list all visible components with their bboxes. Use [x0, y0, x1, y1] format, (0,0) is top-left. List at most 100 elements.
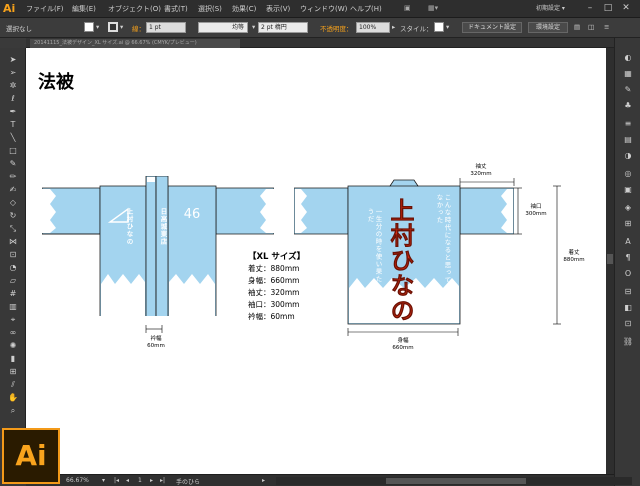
- rotate-tool-icon[interactable]: ↻: [6, 210, 20, 221]
- profile-dropdown-icon[interactable]: ▾: [252, 23, 255, 31]
- menu-view[interactable]: 表示(V): [266, 4, 290, 14]
- style-dropdown-icon[interactable]: ▾: [446, 23, 449, 31]
- artboards-panel-icon[interactable]: ⊞: [621, 218, 635, 230]
- document-tab-bar: 20141115_法被デザイン_XL サイズ.ai @ 66.67% (CMYK…: [26, 38, 614, 48]
- scale-tool-icon[interactable]: ⤡: [6, 223, 20, 234]
- rectangle-tool-icon[interactable]: □: [6, 145, 20, 156]
- status-menu-icon[interactable]: ▸: [262, 477, 265, 484]
- opacity-dropdown-icon[interactable]: ▸: [392, 23, 395, 31]
- paintbrush-tool-icon[interactable]: ✎: [6, 158, 20, 169]
- document-setup-button[interactable]: ドキュメント設定: [462, 22, 522, 33]
- eraser-tool-icon[interactable]: ◇: [6, 197, 20, 208]
- blend-tool-icon[interactable]: ∞: [6, 327, 20, 338]
- happi-front-view: 46: [42, 176, 274, 316]
- swatches-panel-icon[interactable]: ▦: [621, 68, 635, 80]
- hand-tool-icon[interactable]: ✋: [6, 392, 20, 403]
- opentype-panel-icon[interactable]: O: [621, 268, 635, 280]
- stroke-swatch[interactable]: [108, 22, 118, 32]
- direct-selection-tool-icon[interactable]: ➢: [6, 67, 20, 78]
- free-transform-tool-icon[interactable]: ⊡: [6, 249, 20, 260]
- mesh-tool-icon[interactable]: #: [6, 288, 20, 299]
- character-panel-icon[interactable]: A: [621, 236, 635, 248]
- symbols-panel-icon[interactable]: ♣: [621, 100, 635, 112]
- maximize-button[interactable]: □: [600, 1, 616, 15]
- next-artboard-icon[interactable]: ▸: [150, 477, 153, 484]
- artboard-canvas[interactable]: 法被 46 上村ひなの 日高城東店 衿幅 60mm 【XL サイズ】 着丈：88…: [26, 48, 606, 474]
- graphic-styles-panel-icon[interactable]: ▣: [621, 184, 635, 196]
- line-tool-icon[interactable]: ╲: [6, 132, 20, 143]
- zoom-tool-icon[interactable]: ⌕: [6, 405, 20, 416]
- gradient-panel-icon[interactable]: ▤: [621, 134, 635, 146]
- brushes-panel-icon[interactable]: ✎: [621, 84, 635, 96]
- eyedropper-tool-icon[interactable]: ⌖: [6, 314, 20, 325]
- blob-brush-tool-icon[interactable]: ✍: [6, 184, 20, 195]
- menu-type[interactable]: 書式(T): [164, 4, 188, 14]
- bridge-icon[interactable]: ▣: [404, 4, 411, 12]
- stroke-weight-field[interactable]: 1 pt: [146, 22, 186, 33]
- slice-tool-icon[interactable]: ⫽: [6, 379, 20, 390]
- opacity-field[interactable]: 100%: [356, 22, 390, 33]
- color-panel-icon[interactable]: ◐: [621, 52, 635, 64]
- panel-menu-icon[interactable]: ≡: [604, 23, 609, 31]
- layers-panel-icon[interactable]: ◈: [621, 202, 635, 214]
- front-collar-right: [155, 176, 169, 316]
- artboard-number[interactable]: 1: [138, 477, 142, 484]
- stroke-dropdown-icon[interactable]: ▾: [120, 23, 123, 31]
- horizontal-scroll-thumb[interactable]: [386, 478, 526, 484]
- last-artboard-icon[interactable]: ▸|: [160, 477, 165, 484]
- illustrator-badge-logo: Ai: [2, 428, 60, 484]
- opacity-label[interactable]: 不透明度：: [320, 23, 353, 33]
- lasso-tool-icon[interactable]: ℓ: [6, 93, 20, 104]
- width-tool-icon[interactable]: ⋈: [6, 236, 20, 247]
- zoom-dropdown-icon[interactable]: ▾: [102, 477, 105, 484]
- graphic-style-swatch[interactable]: [434, 22, 444, 32]
- vertical-scroll-thumb[interactable]: [607, 254, 613, 264]
- symbol-sprayer-tool-icon[interactable]: ✺: [6, 340, 20, 351]
- transform-icon[interactable]: ◫: [588, 23, 594, 31]
- menu-help[interactable]: ヘルプ(H): [350, 4, 382, 14]
- horizontal-scrollbar[interactable]: [276, 477, 632, 485]
- first-artboard-icon[interactable]: |◂: [114, 477, 119, 484]
- stroke-panel-icon[interactable]: ≡: [621, 118, 635, 130]
- align-panel-icon[interactable]: ⊟: [621, 286, 635, 298]
- transform-panel-icon[interactable]: ⊡: [621, 318, 635, 330]
- appearance-panel-icon[interactable]: ◎: [621, 168, 635, 180]
- prev-artboard-icon[interactable]: ◂: [126, 477, 129, 484]
- links-panel-icon[interactable]: ⛓: [621, 336, 635, 348]
- transparency-panel-icon[interactable]: ◑: [621, 150, 635, 162]
- column-graph-tool-icon[interactable]: ▮: [6, 353, 20, 364]
- variable-width-profile[interactable]: 均等: [198, 22, 248, 33]
- preferences-button[interactable]: 環境設定: [528, 22, 568, 33]
- front-collar-white-top: [147, 177, 155, 182]
- gradient-tool-icon[interactable]: ▥: [6, 301, 20, 312]
- pathfinder-panel-icon[interactable]: ◧: [621, 302, 635, 314]
- menu-select[interactable]: 選択(S): [198, 4, 222, 14]
- workspace-switcher[interactable]: 初期設定 ▾: [532, 3, 576, 15]
- menu-object[interactable]: オブジェクト(O): [108, 4, 161, 14]
- arrange-documents-icon[interactable]: ▦▾: [428, 4, 438, 12]
- perspective-grid-tool-icon[interactable]: ▱: [6, 275, 20, 286]
- magic-wand-tool-icon[interactable]: ✲: [6, 80, 20, 91]
- menu-effect[interactable]: 効果(C): [232, 4, 256, 14]
- stroke-label[interactable]: 線：: [132, 23, 145, 33]
- eri-value: 60mm: [147, 343, 165, 349]
- zoom-level[interactable]: 66.67%: [66, 477, 89, 484]
- shape-builder-tool-icon[interactable]: ◔: [6, 262, 20, 273]
- selection-tool-icon[interactable]: ➤: [6, 54, 20, 65]
- close-button[interactable]: ✕: [618, 1, 634, 15]
- paragraph-panel-icon[interactable]: ¶: [621, 252, 635, 264]
- pen-tool-icon[interactable]: ✒: [6, 106, 20, 117]
- menu-file[interactable]: ファイル(F): [26, 4, 64, 14]
- vertical-scrollbar[interactable]: [606, 48, 614, 474]
- fill-swatch[interactable]: [84, 22, 94, 32]
- type-tool-icon[interactable]: T: [6, 119, 20, 130]
- menu-window[interactable]: ウィンドウ(W): [300, 4, 347, 14]
- pencil-tool-icon[interactable]: ✏: [6, 171, 20, 182]
- align-icon[interactable]: ▤: [574, 23, 580, 31]
- brush-definition[interactable]: 2 pt 楕円: [258, 22, 308, 33]
- document-tab[interactable]: 20141115_法被デザイン_XL サイズ.ai @ 66.67% (CMYK…: [30, 39, 240, 48]
- minimize-button[interactable]: –: [582, 1, 598, 15]
- fill-dropdown-icon[interactable]: ▾: [96, 23, 99, 31]
- menu-edit[interactable]: 編集(E): [72, 4, 96, 14]
- artboard-tool-icon[interactable]: ⊞: [6, 366, 20, 377]
